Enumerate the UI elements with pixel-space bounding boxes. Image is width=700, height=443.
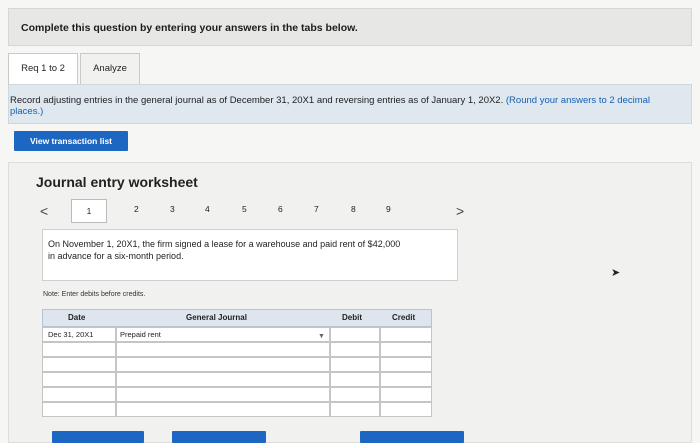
debit-cell-row1[interactable] (330, 327, 380, 342)
header-debit: Debit (342, 313, 362, 322)
view-transaction-list-button[interactable]: View transaction list (14, 131, 128, 151)
instruction-main: Record adjusting entries in the general … (10, 95, 504, 106)
date-cell-row6[interactable] (42, 402, 116, 417)
chevron-right-icon[interactable]: > (456, 203, 464, 219)
credit-cell-row5[interactable] (380, 387, 432, 402)
page-tab-8[interactable]: 8 (351, 204, 356, 214)
worksheet-title: Journal entry worksheet (36, 174, 198, 190)
transaction-description: On November 1, 20X1, the firm signed a l… (48, 239, 401, 261)
date-cell-row2[interactable] (42, 342, 116, 357)
credit-cell-row2[interactable] (380, 342, 432, 357)
chevron-left-icon[interactable]: < (40, 203, 48, 219)
instruction-text: Record adjusting entries in the general … (10, 95, 670, 117)
debit-cell-row6[interactable] (330, 402, 380, 417)
row1-date: Dec 31, 20X1 (48, 330, 94, 339)
account-cell-row2[interactable] (116, 342, 330, 357)
view-general-journal-button[interactable] (360, 431, 464, 443)
page-tab-2[interactable]: 2 (134, 204, 139, 214)
page-tab-9[interactable]: 9 (386, 204, 391, 214)
credit-cell-row1[interactable] (380, 327, 432, 342)
cursor-arrow-icon: ➤ (611, 267, 621, 279)
tab-req-1-to-2[interactable]: Req 1 to 2 (8, 53, 78, 85)
tab-analyze[interactable]: Analyze (80, 53, 140, 85)
date-cell-row4[interactable] (42, 372, 116, 387)
instructions-banner: Complete this question by entering your … (8, 8, 692, 46)
clear-entry-button[interactable] (172, 431, 266, 443)
chevron-down-icon[interactable]: ▼ (318, 333, 325, 340)
record-entry-button[interactable] (52, 431, 144, 443)
credit-cell-row3[interactable] (380, 357, 432, 372)
date-cell-row3[interactable] (42, 357, 116, 372)
debit-cell-row2[interactable] (330, 342, 380, 357)
page-tab-1[interactable]: 1 (71, 199, 107, 223)
account-cell-row3[interactable] (116, 357, 330, 372)
credit-cell-row6[interactable] (380, 402, 432, 417)
account-cell-row5[interactable] (116, 387, 330, 402)
page-tab-4[interactable]: 4 (205, 204, 210, 214)
date-cell-row5[interactable] (42, 387, 116, 402)
row1-account: Prepaid rent (120, 330, 161, 339)
credit-cell-row4[interactable] (380, 372, 432, 387)
page-tab-3[interactable]: 3 (170, 204, 175, 214)
account-cell-row4[interactable] (116, 372, 330, 387)
page-tab-7[interactable]: 7 (314, 204, 319, 214)
header-general-journal: General Journal (186, 313, 247, 322)
debit-cell-row3[interactable] (330, 357, 380, 372)
debit-cell-row5[interactable] (330, 387, 380, 402)
banner-prompt: Complete this question by entering your … (21, 22, 358, 34)
header-date: Date (68, 313, 86, 322)
account-cell-row6[interactable] (116, 402, 330, 417)
page-tab-5[interactable]: 5 (242, 204, 247, 214)
debit-cell-row4[interactable] (330, 372, 380, 387)
page-tab-6[interactable]: 6 (278, 204, 283, 214)
debit-credit-note: Note: Enter debits before credits. (43, 291, 146, 298)
header-credit: Credit (392, 313, 416, 322)
